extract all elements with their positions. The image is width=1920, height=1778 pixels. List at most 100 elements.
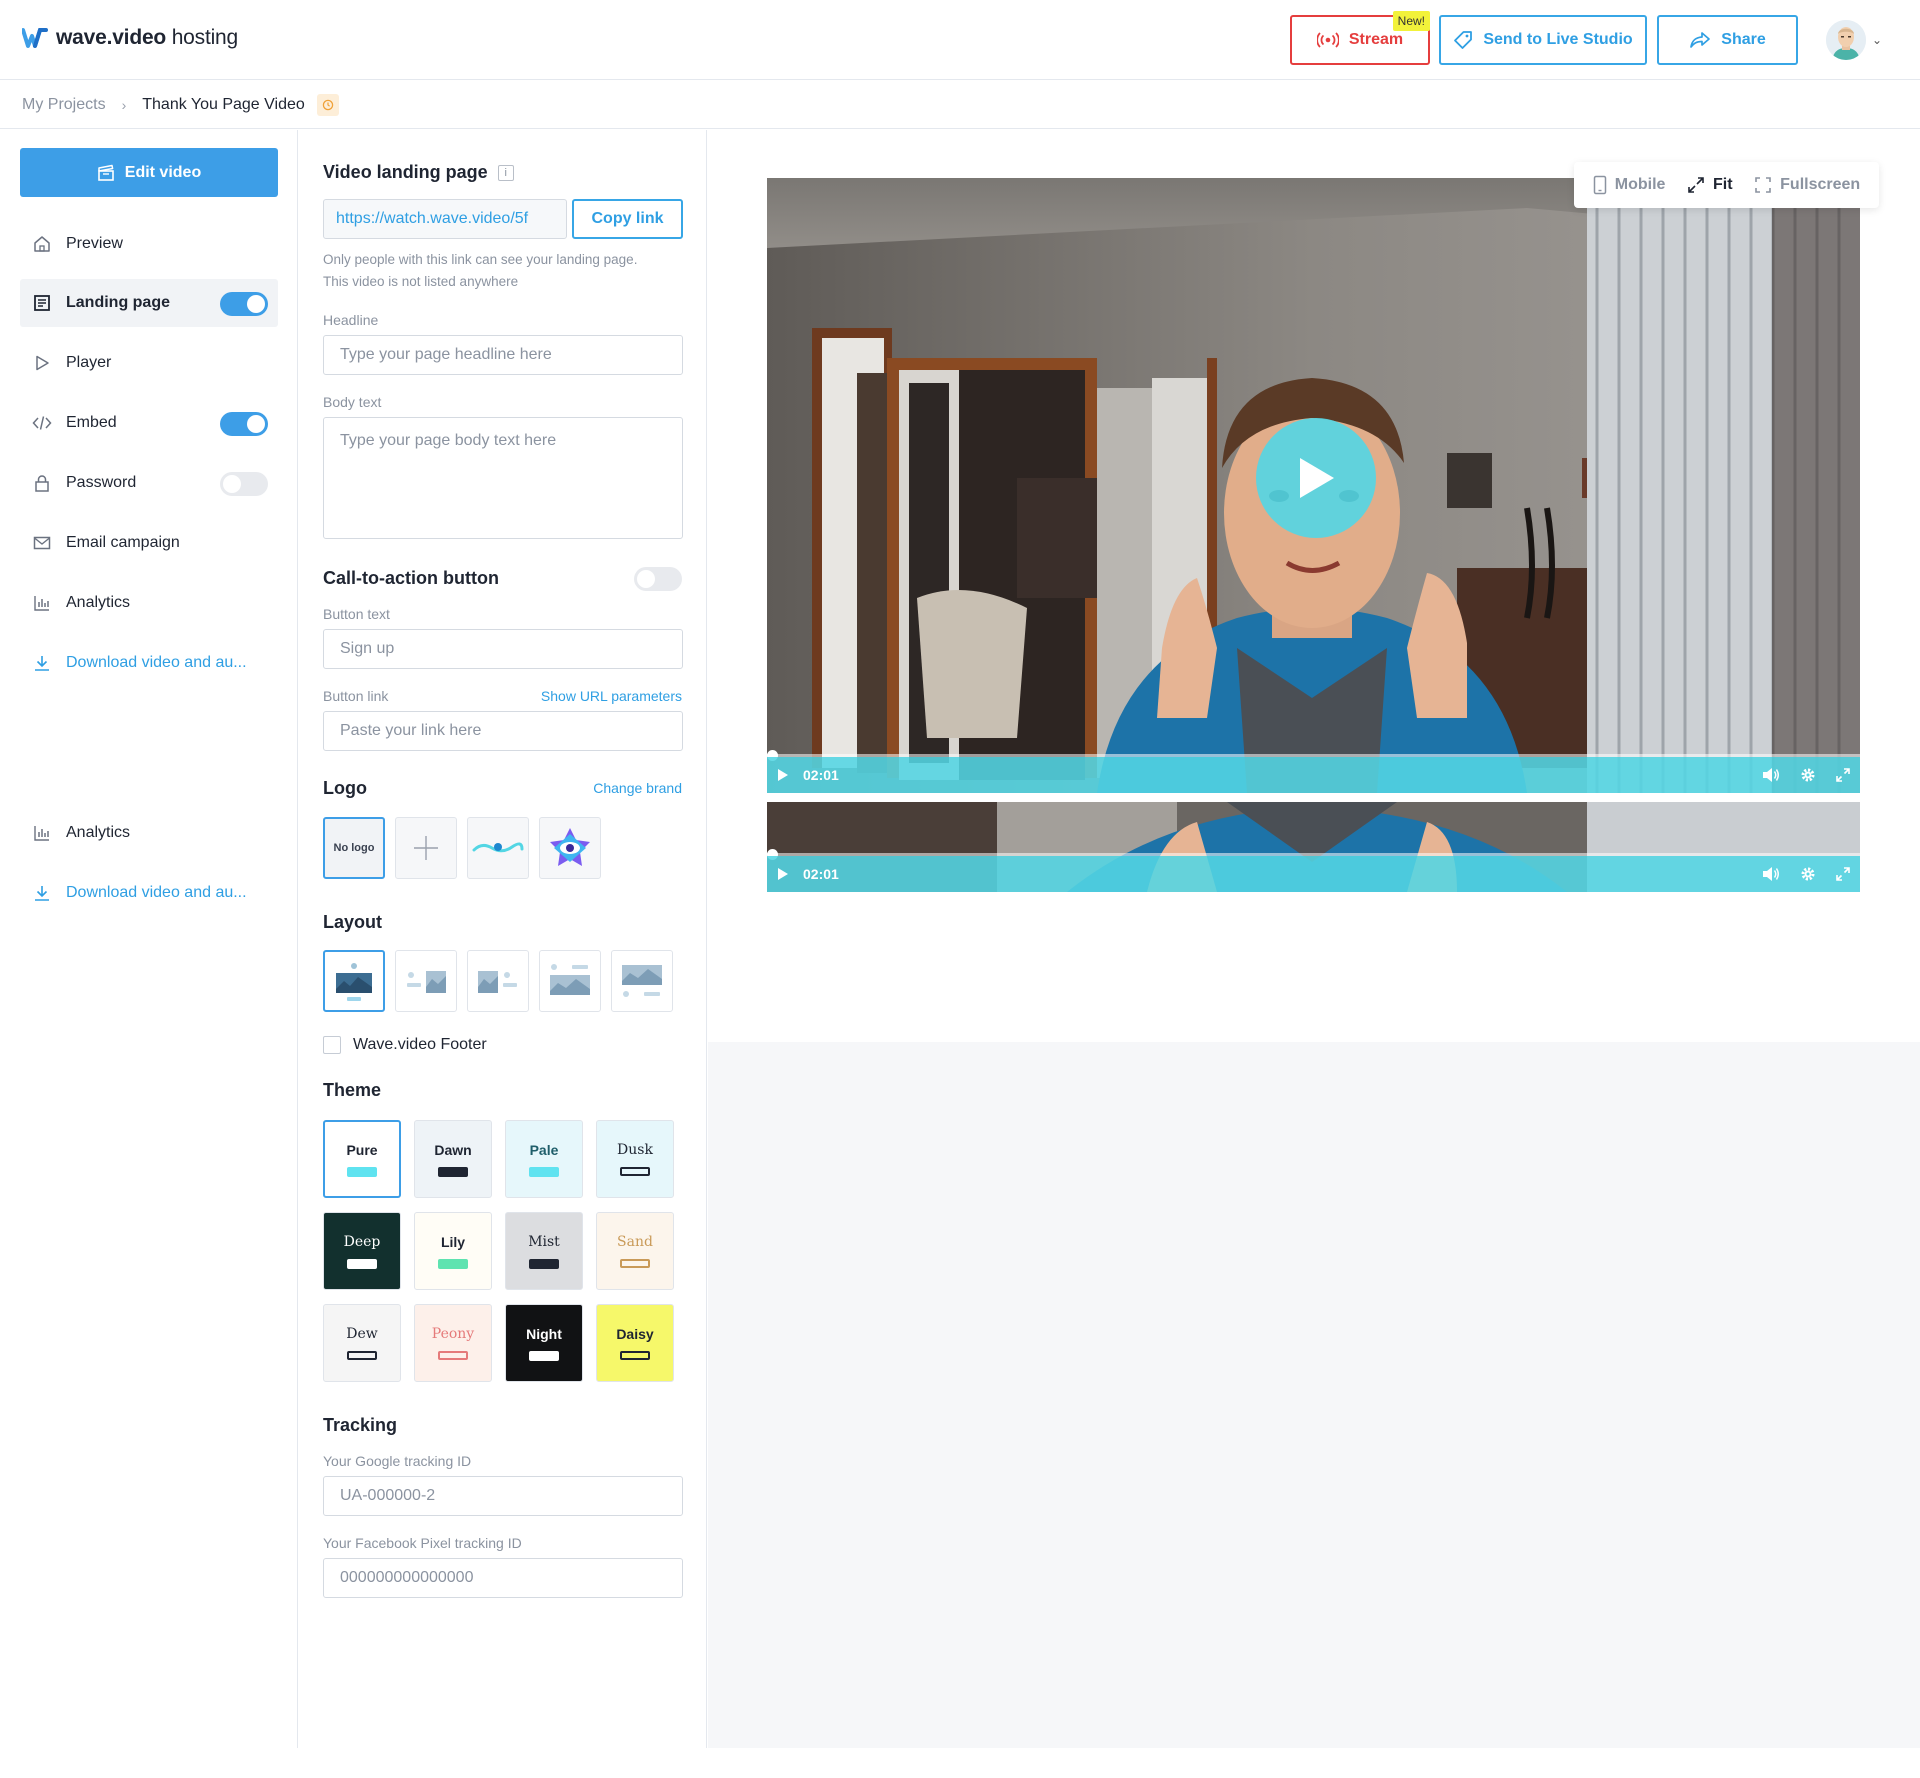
- theme-option-peony[interactable]: Peony: [414, 1304, 492, 1382]
- theme-option-dew[interactable]: Dew: [323, 1304, 401, 1382]
- theme-option-sand[interactable]: Sand: [596, 1212, 674, 1290]
- theme-option-label: Mist: [528, 1233, 560, 1250]
- footer-checkbox[interactable]: [323, 1036, 341, 1054]
- edit-video-button[interactable]: Edit video: [20, 148, 278, 197]
- theme-option-label: Dusk: [617, 1142, 653, 1158]
- sidebar-item-download-2[interactable]: Download video and au...: [20, 869, 278, 917]
- share-arrow-icon: [1690, 32, 1711, 48]
- logo-option-none[interactable]: No logo: [323, 817, 385, 879]
- app-logo[interactable]: wave.video hosting: [22, 26, 238, 50]
- sidebar-item-label: Analytics: [66, 594, 131, 611]
- breadcrumb: My Projects › Thank You Page Video: [0, 81, 1920, 129]
- top-header: wave.video hosting Stream New! Send to L…: [0, 0, 1920, 80]
- expand-icon[interactable]: [1836, 867, 1850, 881]
- stream-label: Stream: [1348, 31, 1404, 48]
- theme-option-lily[interactable]: Lily: [414, 1212, 492, 1290]
- settings-gear-icon[interactable]: [1800, 767, 1816, 783]
- sidebar-item-password[interactable]: Password: [20, 459, 278, 507]
- sidebar-item-analytics-2[interactable]: Analytics: [20, 809, 278, 857]
- theme-button-swatch: [438, 1166, 468, 1177]
- layout-option-2[interactable]: [395, 950, 457, 1012]
- theme-option-pale[interactable]: Pale: [505, 1120, 583, 1198]
- cta-toggle[interactable]: [634, 567, 682, 591]
- sidebar-item-preview[interactable]: Preview: [20, 220, 278, 268]
- status-clock-icon[interactable]: [316, 93, 339, 116]
- landing-url-field[interactable]: [323, 199, 567, 239]
- sidebar-item-download[interactable]: Download video and au...: [20, 639, 278, 687]
- button-text-input[interactable]: [323, 629, 683, 669]
- landing-page-toggle[interactable]: [220, 292, 268, 316]
- theme-option-pure[interactable]: Pure: [323, 1120, 401, 1198]
- theme-option-dawn[interactable]: Dawn: [414, 1120, 492, 1198]
- view-mobile-option[interactable]: Mobile: [1593, 175, 1665, 195]
- logo-option-add[interactable]: [395, 817, 457, 879]
- theme-button-swatch: [620, 1351, 650, 1360]
- play-small-icon[interactable]: [777, 768, 789, 782]
- theme-button-swatch: [347, 1258, 377, 1269]
- breadcrumb-my-projects[interactable]: My Projects: [22, 96, 106, 114]
- live-studio-label: Send to Live Studio: [1483, 31, 1633, 48]
- password-toggle[interactable]: [220, 472, 268, 496]
- footer-checkbox-row[interactable]: Wave.video Footer: [323, 1036, 487, 1054]
- google-tracking-input[interactable]: [323, 1476, 683, 1516]
- volume-icon[interactable]: [1762, 866, 1780, 882]
- facebook-pixel-input[interactable]: [323, 1558, 683, 1598]
- theme-option-daisy[interactable]: Daisy: [596, 1304, 674, 1382]
- landing-note: Only people with this link can see your …: [323, 252, 638, 289]
- user-avatar[interactable]: [1826, 20, 1866, 60]
- body-text-input[interactable]: [323, 417, 683, 539]
- change-brand-link[interactable]: Change brand: [593, 780, 682, 796]
- sidebar-item-analytics[interactable]: Analytics: [20, 579, 278, 627]
- theme-option-deep[interactable]: Deep: [323, 1212, 401, 1290]
- logo-option-brand-1[interactable]: [467, 817, 529, 879]
- play-small-icon[interactable]: [777, 867, 789, 881]
- sidebar-item-label: Download video and au...: [66, 654, 247, 671]
- sidebar-item-player[interactable]: Player: [20, 339, 278, 387]
- send-to-live-studio-button[interactable]: Send to Live Studio: [1439, 15, 1647, 65]
- view-fit-option[interactable]: Fit: [1687, 176, 1733, 194]
- embed-toggle[interactable]: [220, 412, 268, 436]
- share-button[interactable]: Share: [1657, 15, 1798, 65]
- user-avatar-image: [1826, 20, 1866, 60]
- brand-wordmark-icon: [472, 842, 524, 853]
- sidebar-item-label: Player: [66, 354, 112, 371]
- show-url-parameters-link[interactable]: Show URL parameters: [541, 688, 682, 704]
- theme-option-night[interactable]: Night: [505, 1304, 583, 1382]
- copy-link-button[interactable]: Copy link: [572, 199, 683, 239]
- layout-option-1[interactable]: [323, 950, 385, 1012]
- logo-option-brand-2[interactable]: [539, 817, 601, 879]
- play-outline-icon: [32, 353, 52, 373]
- info-icon[interactable]: i: [497, 164, 514, 181]
- chevron-right-icon: ›: [121, 96, 127, 113]
- layout-option-5[interactable]: [611, 950, 673, 1012]
- video-player-secondary[interactable]: 02:01: [767, 802, 1860, 892]
- expand-icon[interactable]: [1836, 768, 1850, 782]
- layout-centered-icon: [336, 963, 372, 1001]
- theme-option-dusk[interactable]: Dusk: [596, 1120, 674, 1198]
- video-player[interactable]: 02:01: [767, 178, 1860, 793]
- star-eye-logo-icon: [550, 828, 590, 866]
- download-icon: [32, 883, 52, 903]
- left-sidebar: Edit video Preview Landing page Player E…: [0, 130, 298, 1748]
- bar-chart-icon: [32, 593, 52, 613]
- chevron-down-icon[interactable]: ⌄: [1872, 33, 1882, 47]
- breadcrumb-current: Thank You Page Video: [142, 95, 305, 113]
- headline-input[interactable]: [323, 335, 683, 375]
- settings-gear-icon[interactable]: [1800, 866, 1816, 882]
- button-link-input[interactable]: [323, 711, 683, 751]
- clapperboard-icon: [97, 164, 114, 181]
- volume-icon[interactable]: [1762, 767, 1780, 783]
- view-fullscreen-option[interactable]: Fullscreen: [1754, 176, 1860, 194]
- new-badge: New!: [1392, 11, 1430, 31]
- play-button[interactable]: [1256, 418, 1376, 538]
- theme-option-label: Night: [526, 1325, 562, 1342]
- sidebar-item-label: Embed: [66, 414, 117, 431]
- sidebar-item-email-campaign[interactable]: Email campaign: [20, 519, 278, 567]
- theme-option-mist[interactable]: Mist: [505, 1212, 583, 1290]
- layout-option-4[interactable]: [539, 950, 601, 1012]
- layout-option-3[interactable]: [467, 950, 529, 1012]
- plus-icon: [414, 836, 438, 860]
- sidebar-item-embed[interactable]: Embed: [20, 399, 278, 447]
- stream-button[interactable]: Stream New!: [1290, 11, 1430, 65]
- sidebar-item-landing-page[interactable]: Landing page: [20, 279, 278, 327]
